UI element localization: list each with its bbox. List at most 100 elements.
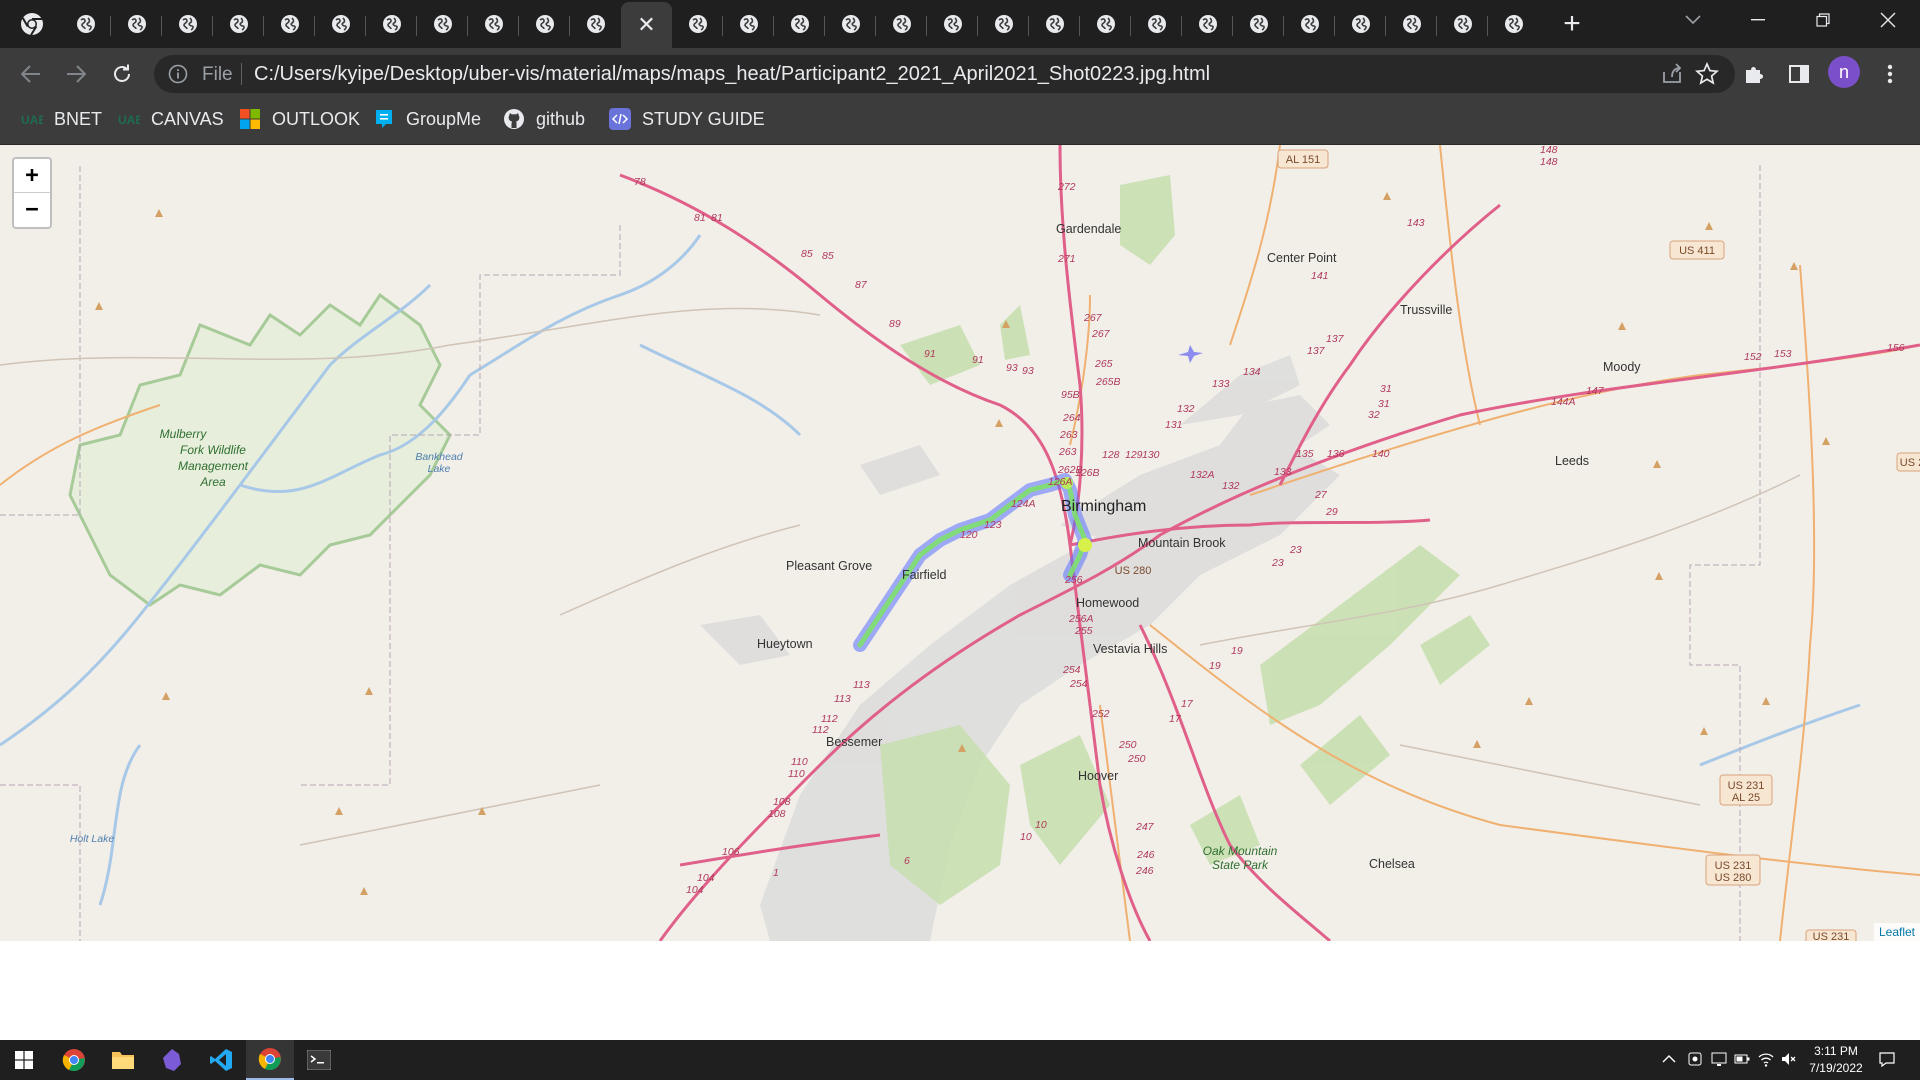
start-button[interactable]	[0, 1040, 48, 1080]
bookmark-github[interactable]: github	[502, 100, 585, 138]
route-number-label: 272	[1057, 181, 1076, 193]
tray-monitor-icon[interactable]	[1710, 1050, 1728, 1068]
share-icon[interactable]	[1661, 63, 1683, 85]
route-number-label: 85	[822, 250, 834, 262]
tab[interactable]	[1029, 4, 1080, 44]
map-tiles[interactable]: Birmingham Gardendale Center Point Truss…	[0, 145, 1920, 941]
new-tab-button[interactable]: +	[1556, 7, 1588, 40]
bookmark-outlook[interactable]: OUTLOOK	[238, 100, 360, 138]
tab[interactable]	[570, 4, 621, 44]
info-icon[interactable]	[168, 64, 188, 84]
route-number-label: 19	[1209, 660, 1221, 672]
leaflet-map[interactable]: Birmingham Gardendale Center Point Truss…	[0, 145, 1920, 941]
route-number-label: 81	[711, 212, 723, 224]
tab[interactable]	[1488, 4, 1539, 44]
tab[interactable]	[672, 4, 723, 44]
label-mulberry-4: Area	[199, 475, 226, 489]
svg-text:UAB: UAB	[118, 113, 140, 125]
windows-start-icon	[15, 1051, 33, 1069]
tab[interactable]	[1335, 4, 1386, 44]
tab[interactable]	[264, 4, 315, 44]
tab[interactable]	[1437, 4, 1488, 44]
label-mulberry-1: Mulberry	[160, 427, 208, 441]
tab[interactable]	[1182, 4, 1233, 44]
route-number-label: 133	[1212, 378, 1230, 390]
tab[interactable]	[978, 4, 1029, 44]
tab[interactable]	[519, 4, 570, 44]
route-number-label: 254	[1062, 664, 1081, 676]
tab[interactable]	[213, 4, 264, 44]
tab[interactable]	[1080, 4, 1131, 44]
zoom-control: + −	[12, 157, 52, 229]
bookmark-label: GroupMe	[406, 108, 482, 129]
label-chelsea: Chelsea	[1369, 857, 1415, 871]
tab[interactable]	[825, 4, 876, 44]
chrome-icon[interactable]	[20, 12, 44, 36]
route-number-label: 31	[1380, 383, 1392, 395]
tab[interactable]	[876, 4, 927, 44]
minimize-icon	[1751, 19, 1765, 21]
address-url[interactable]: C:/Users/kyipe/Desktop/uber-vis/material…	[254, 63, 1210, 86]
zoom-out-button[interactable]: −	[14, 193, 50, 226]
tab[interactable]	[111, 4, 162, 44]
tab[interactable]	[1131, 4, 1182, 44]
bookmark-study-guide[interactable]: STUDY GUIDE	[608, 100, 765, 138]
tab[interactable]	[366, 4, 417, 44]
taskbar-file-explorer[interactable]	[99, 1040, 147, 1080]
taskbar-chrome[interactable]	[50, 1040, 98, 1080]
tab-close-icon[interactable]: ✕	[637, 14, 655, 36]
tab[interactable]	[162, 4, 213, 44]
tab[interactable]	[468, 4, 519, 44]
taskbar-terminal[interactable]	[295, 1040, 343, 1080]
tab[interactable]	[60, 4, 111, 44]
route-number-label: 246	[1136, 849, 1155, 861]
volume-muted-icon[interactable]	[1780, 1050, 1798, 1068]
bookmark-groupme[interactable]: GroupMe	[372, 100, 481, 138]
taskbar-obsidian[interactable]	[148, 1040, 196, 1080]
notification-icon[interactable]	[1878, 1050, 1896, 1068]
close-window-button[interactable]	[1858, 0, 1918, 40]
tab[interactable]	[927, 4, 978, 44]
back-button[interactable]	[17, 60, 45, 88]
zoom-in-button[interactable]: +	[14, 159, 50, 193]
bookmark-bnet[interactable]: UAB BNET	[20, 100, 102, 138]
tab[interactable]	[723, 4, 774, 44]
reload-button[interactable]	[108, 60, 136, 88]
tab[interactable]	[1386, 4, 1437, 44]
star-icon[interactable]	[1695, 62, 1719, 86]
microsoft-icon	[238, 108, 262, 130]
wifi-icon[interactable]	[1757, 1050, 1775, 1068]
system-clock[interactable]: 3:11 PM 7/19/2022	[1800, 1043, 1872, 1077]
route-number-label: 91	[924, 348, 936, 360]
profile-avatar[interactable]: n	[1828, 56, 1860, 88]
minimize-button[interactable]	[1728, 0, 1788, 40]
tab[interactable]	[774, 4, 825, 44]
arrow-right-icon	[67, 65, 86, 83]
taskbar-chrome-active[interactable]	[246, 1040, 294, 1080]
battery-icon[interactable]	[1733, 1050, 1751, 1068]
route-number-label: 112	[812, 724, 829, 736]
tab[interactable]	[1284, 4, 1335, 44]
route-number-label: 129	[1125, 449, 1143, 461]
menu-button[interactable]	[1876, 60, 1904, 88]
side-panel-button[interactable]	[1785, 60, 1813, 88]
extensions-button[interactable]	[1740, 60, 1768, 88]
tab[interactable]	[417, 4, 468, 44]
address-bar[interactable]: File C:/Users/kyipe/Desktop/uber-vis/mat…	[154, 55, 1735, 93]
tab-search-button[interactable]	[1663, 0, 1723, 40]
leaflet-attribution[interactable]: Leaflet	[1873, 923, 1920, 941]
chevron-up-icon[interactable]	[1660, 1050, 1678, 1068]
restore-button[interactable]	[1793, 0, 1853, 40]
bookmark-canvas[interactable]: UAB CANVAS	[117, 100, 224, 138]
globe-favicon-icon	[1504, 15, 1523, 33]
label-oak-mountain-2: State Park	[1212, 858, 1269, 872]
tab-active[interactable]: ✕	[621, 2, 672, 48]
taskbar-vscode[interactable]	[197, 1040, 245, 1080]
tray-app-icon[interactable]	[1686, 1050, 1704, 1068]
forward-button[interactable]	[62, 60, 90, 88]
browser-toolbar: File C:/Users/kyipe/Desktop/uber-vis/mat…	[0, 48, 1920, 100]
more-vertical-icon	[1887, 64, 1893, 84]
route-number-label: 126B	[1075, 467, 1100, 479]
tab[interactable]	[1233, 4, 1284, 44]
tab[interactable]	[315, 4, 366, 44]
